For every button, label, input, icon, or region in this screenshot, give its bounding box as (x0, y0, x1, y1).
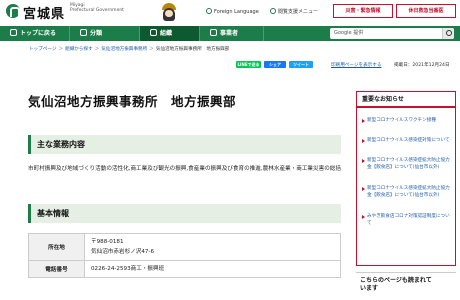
building-icon (210, 29, 217, 36)
phone-number: 0226-24-2593商工・振興班 (91, 266, 165, 272)
page-title: 気仙沼地方振興事務所 地方振興部 (28, 94, 237, 109)
table-header-cell: 所在地 (28, 233, 85, 261)
important-notices-title: 重要なお知らせ (357, 92, 455, 108)
search-placeholder: Google 提供 (334, 30, 364, 36)
nav-item-business[interactable]: 事業者 (200, 26, 264, 41)
table-cell: 〒988-0181 気仙沼市赤岩杉ノ沢47-6 (84, 233, 341, 261)
table-row: 電話番号 0226-24-2593商工・振興班 (28, 260, 341, 278)
publish-date: 掲載日：2021年12月24日 (394, 63, 450, 68)
notice-link[interactable]: みやぎ飲食店コロナ対策認証制度について (362, 213, 452, 227)
org-icon (150, 29, 157, 36)
accessibility-menu-link[interactable]: 閲覧支援メニュー (270, 8, 318, 15)
disaster-info-button[interactable]: 災害・緊急情報 (333, 4, 393, 18)
site-header: 宮城県 Miyagi Prefectural Government Foreig… (0, 0, 460, 26)
logo-sub-line-2: Prefectural Government (70, 8, 124, 13)
notice-link[interactable]: 新型コロナウイルス感染症拡大防止協力金【飲食店】について(仙台市以外) (362, 157, 452, 171)
globe-icon (206, 8, 212, 14)
site-logo-text[interactable]: 宮城県 (23, 3, 65, 22)
prefecture-emblem-icon[interactable] (6, 4, 20, 18)
tweet-button[interactable]: ツイート (289, 61, 313, 68)
breadcrumb-current: 気仙沼地方振興事務所 地方振興部 (155, 47, 230, 52)
breadcrumb-link[interactable]: トップページ (29, 47, 56, 52)
site-logo-subtitle: Miyagi Prefectural Government (70, 3, 124, 13)
nav-item-category[interactable]: 分類 (70, 26, 140, 41)
nav-item-organization[interactable]: 組織 (140, 26, 200, 41)
breadcrumb-link[interactable]: 組織から探す (65, 47, 93, 52)
table-row: 所在地 〒988-0181 気仙沼市赤岩杉ノ沢47-6 (28, 233, 341, 261)
facebook-share-button[interactable]: シェア (264, 61, 286, 68)
nav-label: トップに戻る (20, 30, 57, 37)
nav-label: 分類 (90, 30, 103, 37)
holiday-doctor-button[interactable]: 休日救急当番医 (396, 4, 456, 18)
postal-code: 〒988-0181 (91, 239, 124, 245)
nav-item-top[interactable]: トップに戻る (0, 26, 70, 41)
notice-link[interactable]: 新型コロナウイルス感染症拡大防止協力金【飲食店】について(仙台市以外) (362, 185, 452, 199)
related-pages-title-line-1: こちらのページも読まれて (360, 277, 432, 284)
line-share-button[interactable]: LINEで送る (236, 61, 261, 68)
search-icon[interactable] (442, 28, 454, 39)
nav-label: 事業者 (220, 30, 239, 37)
related-pages-title: こちらのページも読まれて います (360, 277, 432, 293)
foreign-language-link[interactable]: Foreign Language (206, 8, 259, 15)
foreign-language-label: Foreign Language (214, 9, 259, 15)
important-notices-box: 重要なお知らせ 新型コロナウイルスワクチン接種 新型コロナウイルス感染症対策につ… (356, 91, 456, 266)
mascot-icon (160, 2, 178, 22)
accessibility-icon (270, 8, 276, 14)
site-search-input[interactable]: Google 提供 (330, 28, 454, 39)
table-header-cell: 電話番号 (28, 260, 85, 278)
section-heading-duties: 主な業務内容 (28, 135, 341, 154)
table-cell: 0226-24-2593商工・振興班 (84, 260, 341, 278)
accessibility-menu-label: 閲覧支援メニュー (278, 9, 319, 15)
related-pages-title-line-2: います (360, 285, 379, 292)
address: 気仙沼市赤岩杉ノ沢47-6 (91, 249, 155, 255)
duties-text: 市町村振興及び地域づくり活動の活性化,商工業及び観光の振興,食産業の振興及び食育… (28, 166, 341, 172)
global-nav: トップに戻る 分類 組織 事業者 Google 提供 (0, 26, 460, 41)
notice-link[interactable]: 新型コロナウイルス感染症対策について (362, 137, 452, 144)
breadcrumb-link[interactable]: 気仙沼地方振興事務所 (101, 47, 147, 52)
grid-icon (80, 29, 87, 36)
home-icon (10, 29, 17, 36)
related-pages-box: こちらのページも読まれて います (356, 272, 456, 300)
basic-info-table: 所在地 〒988-0181 気仙沼市赤岩杉ノ沢47-6 電話番号 0226-24… (28, 233, 341, 278)
breadcrumb: トップページ＞組織から探す＞気仙沼地方振興事務所＞気仙沼地方振興事務所 地方振興… (29, 47, 230, 52)
section-heading-basic-info: 基本情報 (28, 204, 341, 223)
notice-link[interactable]: 新型コロナウイルスワクチン接種 (362, 117, 452, 124)
nav-label: 組織 (160, 30, 173, 37)
print-page-link[interactable]: 印刷用ページを表示する (331, 62, 381, 68)
